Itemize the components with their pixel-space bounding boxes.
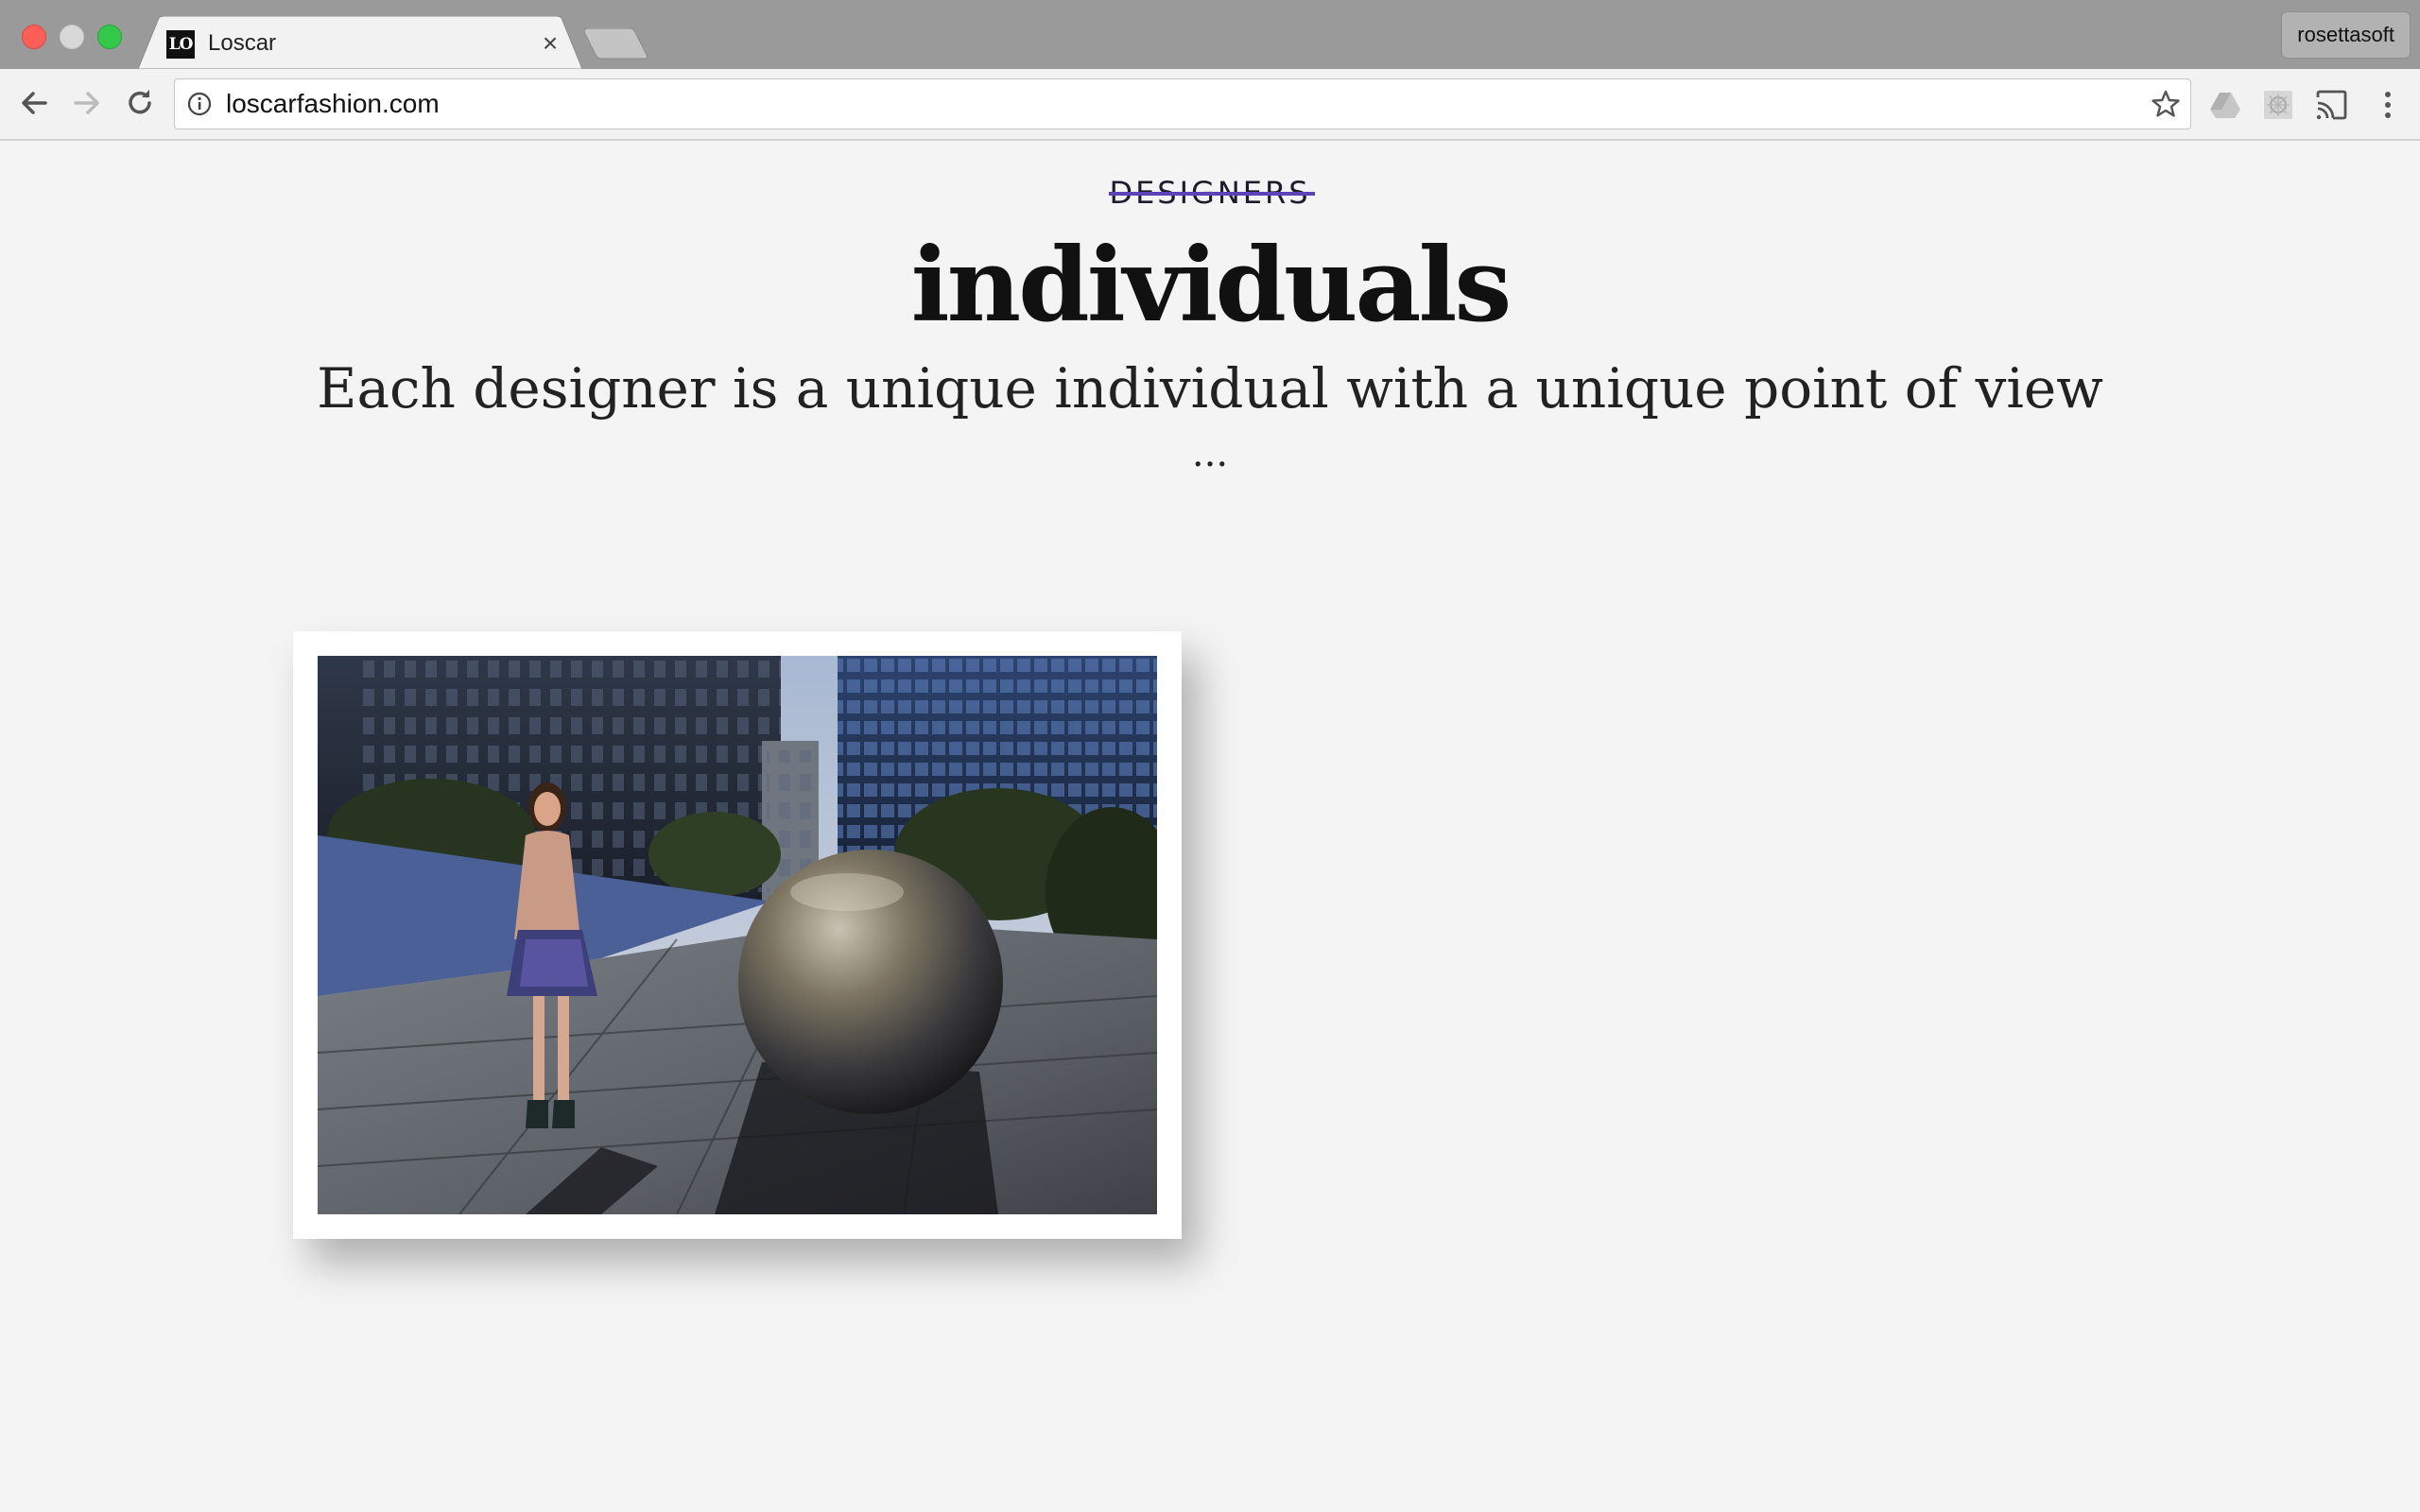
extension-icon[interactable]: [2261, 88, 2295, 122]
zoom-window-button[interactable]: [97, 25, 122, 49]
designer-photo-card[interactable]: [293, 631, 1182, 1239]
profile-button[interactable]: rosettasoft: [2281, 11, 2411, 59]
arrow-right-icon[interactable]: [68, 84, 106, 122]
reload-icon[interactable]: [121, 84, 159, 122]
kicker-label[interactable]: DESIGNERS: [1109, 175, 1315, 211]
star-icon[interactable]: [2151, 89, 2181, 119]
tab-title: Loscar: [208, 30, 277, 56]
new-tab-button[interactable]: [584, 28, 650, 60]
section-kicker[interactable]: DESIGNERS: [0, 175, 2420, 211]
kebab-menu-icon[interactable]: [2371, 88, 2405, 122]
browser-toolbar: loscarfashion.com: [0, 69, 2420, 141]
url-text[interactable]: loscarfashion.com: [226, 79, 440, 129]
address-bar[interactable]: loscarfashion.com: [174, 78, 2191, 129]
page-content: DESIGNERS individuals Each designer is a…: [0, 141, 2420, 1512]
loscar-favicon: LO: [166, 30, 195, 59]
tab-loscar[interactable]: LO Loscar ×: [138, 16, 582, 69]
more-ellipsis[interactable]: ...: [0, 430, 2420, 477]
page-subtitle: Each designer is a unique individual wit…: [317, 356, 2103, 421]
minimize-window-button[interactable]: [60, 25, 84, 49]
page-title: individuals: [910, 226, 1512, 345]
designer-photo: [318, 656, 1157, 1214]
drive-icon[interactable]: [2208, 88, 2242, 122]
tab-strip: LO Loscar × rosettasoft: [0, 0, 2420, 69]
arrow-left-icon[interactable]: [15, 84, 53, 122]
tab-close-icon[interactable]: ×: [536, 29, 564, 58]
info-icon[interactable]: [186, 91, 213, 117]
close-window-button[interactable]: [22, 25, 46, 49]
browser-window: LO Loscar × rosettasoft loscarfashion.co…: [0, 0, 2420, 1512]
cast-icon[interactable]: [2314, 88, 2348, 122]
